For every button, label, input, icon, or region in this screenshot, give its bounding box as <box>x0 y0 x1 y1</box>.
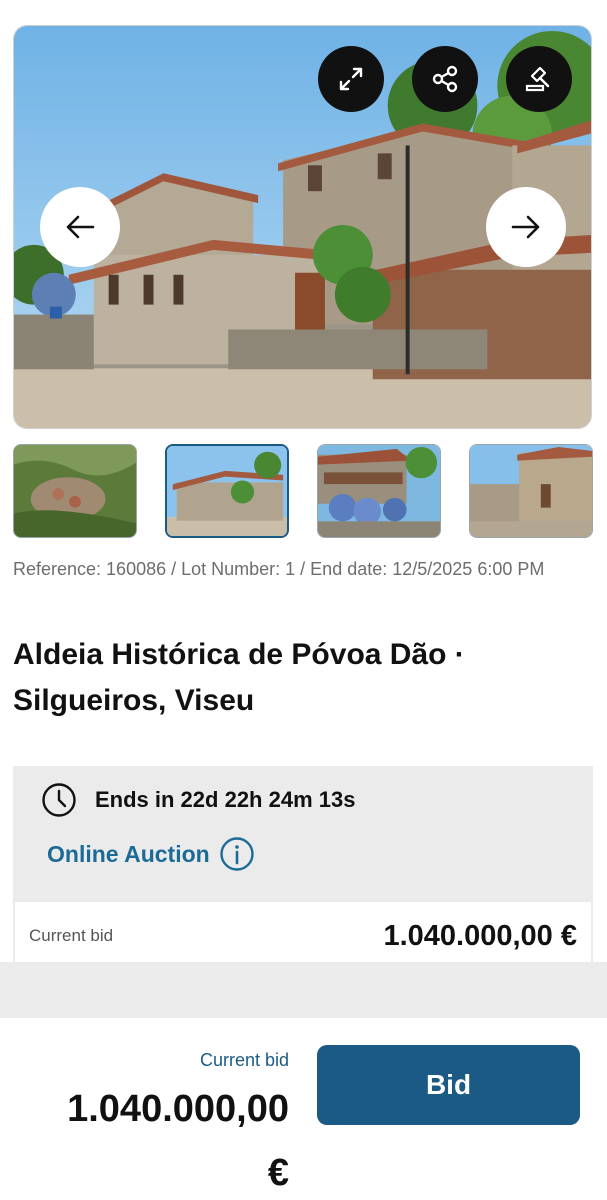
page-title: Aldeia Histórica de Póvoa Dão · Silgueir… <box>13 638 465 717</box>
thumbnail-image <box>167 446 287 536</box>
main-photo[interactable] <box>13 25 592 429</box>
share-button[interactable] <box>412 46 478 112</box>
thumbnail-image <box>318 445 440 537</box>
clock-icon <box>42 783 76 817</box>
thumbnail-image <box>470 445 592 537</box>
online-auction-link[interactable]: Online Auction <box>47 841 210 868</box>
auction-gavel-icon <box>525 66 550 92</box>
thumbnail[interactable] <box>13 444 137 538</box>
bid-footer: Current bid 1.040.000,00 € Bid <box>0 1018 607 1200</box>
auction-card: Ends in 22d 22h 24m 13s Online Auction C… <box>13 766 593 966</box>
info-icon[interactable] <box>219 836 255 872</box>
current-bid-panel: Current bid 1.040.000,00 € <box>15 902 591 966</box>
footer-current-bid-amount: 1.040.000,00 <box>67 1088 289 1130</box>
current-bid-value: 1.040.000,00 € <box>383 920 577 952</box>
fullscreen-icon <box>339 67 363 91</box>
countdown-row: Ends in 22d 22h 24m 13s <box>41 782 355 818</box>
previous-photo-button[interactable] <box>40 187 120 267</box>
listing-reference: Reference: 160086 / Lot Number: 1 / End … <box>13 559 545 579</box>
countdown-text: Ends in 22d 22h 24m 13s <box>95 787 356 812</box>
scroll-fade <box>0 962 607 1018</box>
arrow-right-icon <box>511 215 540 239</box>
thumbnail-strip <box>13 444 594 540</box>
next-photo-button[interactable] <box>486 187 566 267</box>
auction-type-row: Online Auction <box>47 836 255 872</box>
share-icon <box>432 65 458 93</box>
footer-currency: € <box>267 1152 289 1194</box>
auction-info-button[interactable] <box>506 46 572 112</box>
thumbnail[interactable] <box>317 444 441 538</box>
listing-page: Reference: 160086 / Lot Number: 1 / End … <box>0 0 607 1200</box>
bid-button[interactable]: Bid <box>317 1045 580 1125</box>
arrow-left-icon <box>66 215 95 239</box>
thumbnail[interactable] <box>469 444 593 538</box>
thumbnail-selected[interactable] <box>165 444 289 538</box>
footer-current-bid-label: Current bid <box>199 1050 289 1070</box>
fullscreen-button[interactable] <box>318 46 384 112</box>
thumbnail-image <box>14 445 136 537</box>
current-bid-label: Current bid <box>29 926 114 945</box>
